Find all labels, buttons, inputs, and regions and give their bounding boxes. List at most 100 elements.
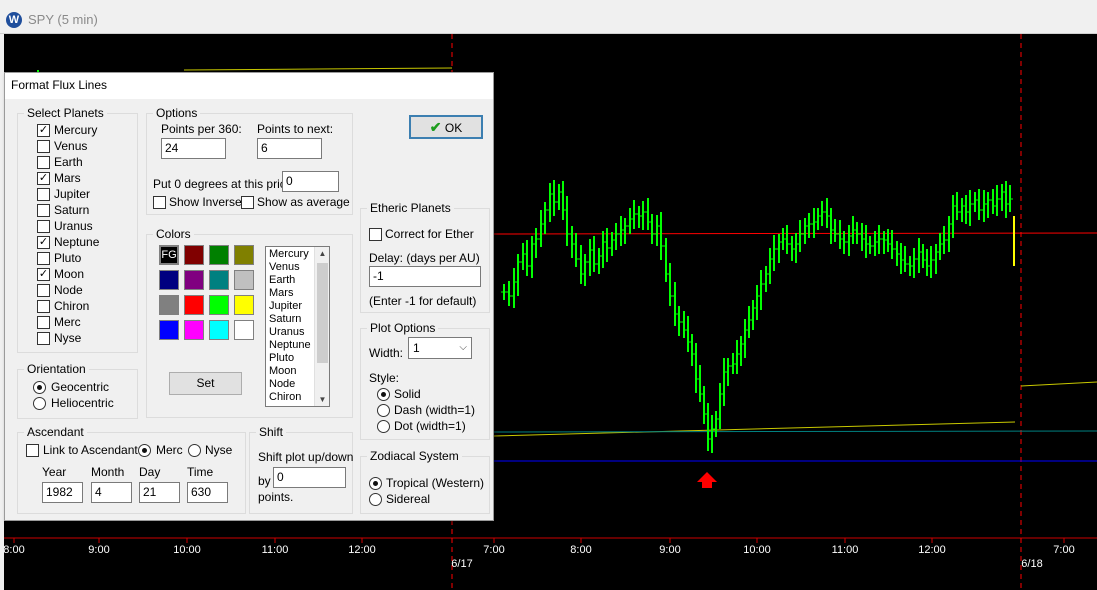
tropical-radio[interactable] bbox=[369, 477, 382, 490]
color-swatch[interactable] bbox=[184, 295, 204, 315]
window-title: SPY (5 min) bbox=[28, 12, 98, 27]
show-inverse-checkbox[interactable] bbox=[153, 196, 166, 209]
correct-for-ether-label: Correct for Ether bbox=[385, 227, 474, 241]
color-list-item[interactable]: Moon bbox=[269, 365, 315, 378]
planet-label: Earth bbox=[54, 155, 83, 169]
color-list-item[interactable]: Neptune bbox=[269, 339, 315, 352]
link-ascendant-checkbox[interactable] bbox=[26, 444, 39, 457]
day-input[interactable]: 21 bbox=[139, 482, 180, 503]
style-radio[interactable] bbox=[377, 420, 390, 433]
width-select-value: 1 bbox=[413, 341, 420, 355]
planet-checkbox-jupiter[interactable] bbox=[37, 188, 50, 201]
color-list-item[interactable]: Mercury bbox=[269, 248, 315, 261]
color-list-item[interactable]: Chiron bbox=[269, 391, 315, 404]
style-radio[interactable] bbox=[377, 388, 390, 401]
color-swatch[interactable] bbox=[209, 295, 229, 315]
zero-degrees-input[interactable]: 0 bbox=[282, 171, 339, 192]
color-list-item[interactable]: Mars bbox=[269, 287, 315, 300]
planet-checkbox-nyse[interactable] bbox=[37, 332, 50, 345]
planet-checkbox-saturn[interactable] bbox=[37, 204, 50, 217]
color-list-item[interactable]: Earth bbox=[269, 274, 315, 287]
planet-label: Uranus bbox=[54, 219, 93, 233]
window-title-bar[interactable]: W SPY (5 min) bbox=[0, 4, 1097, 34]
year-label: Year bbox=[42, 465, 67, 479]
planet-checkbox-merc[interactable] bbox=[37, 316, 50, 329]
color-swatch[interactable] bbox=[234, 270, 254, 290]
scroll-up-icon[interactable]: ▲ bbox=[315, 249, 329, 258]
color-list-item[interactable]: Node bbox=[269, 378, 315, 391]
year-input[interactable]: 1982 bbox=[42, 482, 83, 503]
flux-line bbox=[493, 430, 1097, 433]
points-to-next-input[interactable]: 6 bbox=[257, 138, 322, 159]
color-swatch[interactable] bbox=[209, 320, 229, 340]
style-radio-label: Solid bbox=[394, 387, 421, 401]
width-select[interactable]: 1 ⌵ bbox=[408, 337, 472, 359]
day-label: Day bbox=[139, 465, 161, 479]
ok-button-label: OK bbox=[444, 121, 463, 135]
x-tick-label: 7:00 bbox=[483, 544, 504, 556]
show-average-checkbox[interactable] bbox=[241, 196, 254, 209]
color-swatch[interactable] bbox=[234, 320, 254, 340]
planet-label: Jupiter bbox=[54, 187, 91, 201]
dialog-title[interactable]: Format Flux Lines bbox=[5, 73, 493, 99]
points-per-360-input[interactable]: 24 bbox=[161, 138, 226, 159]
planet-checkbox-mars[interactable]: ✓ bbox=[37, 172, 50, 185]
planet-checkbox-mercury[interactable]: ✓ bbox=[37, 124, 50, 137]
planet-checkbox-pluto[interactable] bbox=[37, 252, 50, 265]
heliocentric-radio[interactable] bbox=[33, 397, 46, 410]
red-arrow-marker bbox=[697, 472, 717, 488]
merc-radio[interactable] bbox=[138, 444, 151, 457]
style-label: Style: bbox=[369, 371, 400, 385]
width-label: Width: bbox=[369, 346, 404, 360]
geocentric-radio[interactable] bbox=[33, 381, 46, 394]
color-list-item[interactable]: Pluto bbox=[269, 352, 315, 365]
month-input[interactable]: 4 bbox=[91, 482, 132, 503]
planet-checkbox-earth[interactable] bbox=[37, 156, 50, 169]
shift-input[interactable]: 0 bbox=[273, 467, 346, 488]
x-tick-label: 9:00 bbox=[659, 544, 680, 556]
planet-checkbox-node[interactable] bbox=[37, 284, 50, 297]
style-radio[interactable] bbox=[377, 404, 390, 417]
color-swatch[interactable] bbox=[184, 320, 204, 340]
etheric-planets-group: Etheric Planets Correct for Ether Delay:… bbox=[360, 201, 490, 313]
color-list-item[interactable]: Venus bbox=[269, 261, 315, 274]
show-average-label: Show as average bbox=[257, 195, 350, 209]
color-swatch[interactable] bbox=[184, 270, 204, 290]
color-swatch[interactable] bbox=[159, 295, 179, 315]
color-swatch[interactable] bbox=[159, 320, 179, 340]
color-swatch[interactable] bbox=[234, 295, 254, 315]
correct-for-ether-checkbox[interactable] bbox=[369, 228, 382, 241]
flux-line bbox=[493, 421, 1016, 437]
set-button[interactable]: Set bbox=[169, 372, 242, 395]
time-input[interactable]: 630 bbox=[187, 482, 228, 503]
planet-checkbox-chiron[interactable] bbox=[37, 300, 50, 313]
scroll-thumb[interactable] bbox=[317, 263, 328, 363]
color-swatch[interactable] bbox=[209, 270, 229, 290]
planet-checkbox-uranus[interactable] bbox=[37, 220, 50, 233]
plot-options-legend: Plot Options bbox=[367, 321, 439, 335]
orientation-group: Orientation Geocentric Heliocentric bbox=[17, 362, 138, 419]
color-swatch[interactable]: FG bbox=[159, 245, 179, 265]
x-tick-label: 7:00 bbox=[1053, 544, 1074, 556]
planet-checkbox-venus[interactable] bbox=[37, 140, 50, 153]
color-swatch[interactable] bbox=[159, 270, 179, 290]
x-tick-label: 12:00 bbox=[348, 544, 376, 556]
color-swatch[interactable] bbox=[209, 245, 229, 265]
sidereal-radio[interactable] bbox=[369, 493, 382, 506]
shift-by-label: by bbox=[258, 474, 271, 488]
planet-checkbox-neptune[interactable]: ✓ bbox=[37, 236, 50, 249]
planet-checkbox-moon[interactable]: ✓ bbox=[37, 268, 50, 281]
color-list-item[interactable]: Saturn bbox=[269, 313, 315, 326]
color-list-item[interactable]: Jupiter bbox=[269, 300, 315, 313]
scroll-down-icon[interactable]: ▼ bbox=[315, 395, 329, 404]
color-planet-list[interactable]: Mercury Venus Earth Mars Jupiter Saturn Uranus… bbox=[265, 246, 330, 407]
color-swatch[interactable] bbox=[234, 245, 254, 265]
select-planets-legend: Select Planets bbox=[24, 106, 107, 120]
planet-list-scrollbar[interactable]: ▲ ▼ bbox=[314, 247, 329, 406]
delay-input[interactable]: -1 bbox=[369, 266, 481, 287]
color-list-item[interactable]: Uranus bbox=[269, 326, 315, 339]
color-swatch[interactable] bbox=[184, 245, 204, 265]
x-tick-label: 12:00 bbox=[918, 544, 946, 556]
nyse-radio[interactable] bbox=[188, 444, 201, 457]
ok-button[interactable]: ✔ OK bbox=[409, 115, 483, 139]
